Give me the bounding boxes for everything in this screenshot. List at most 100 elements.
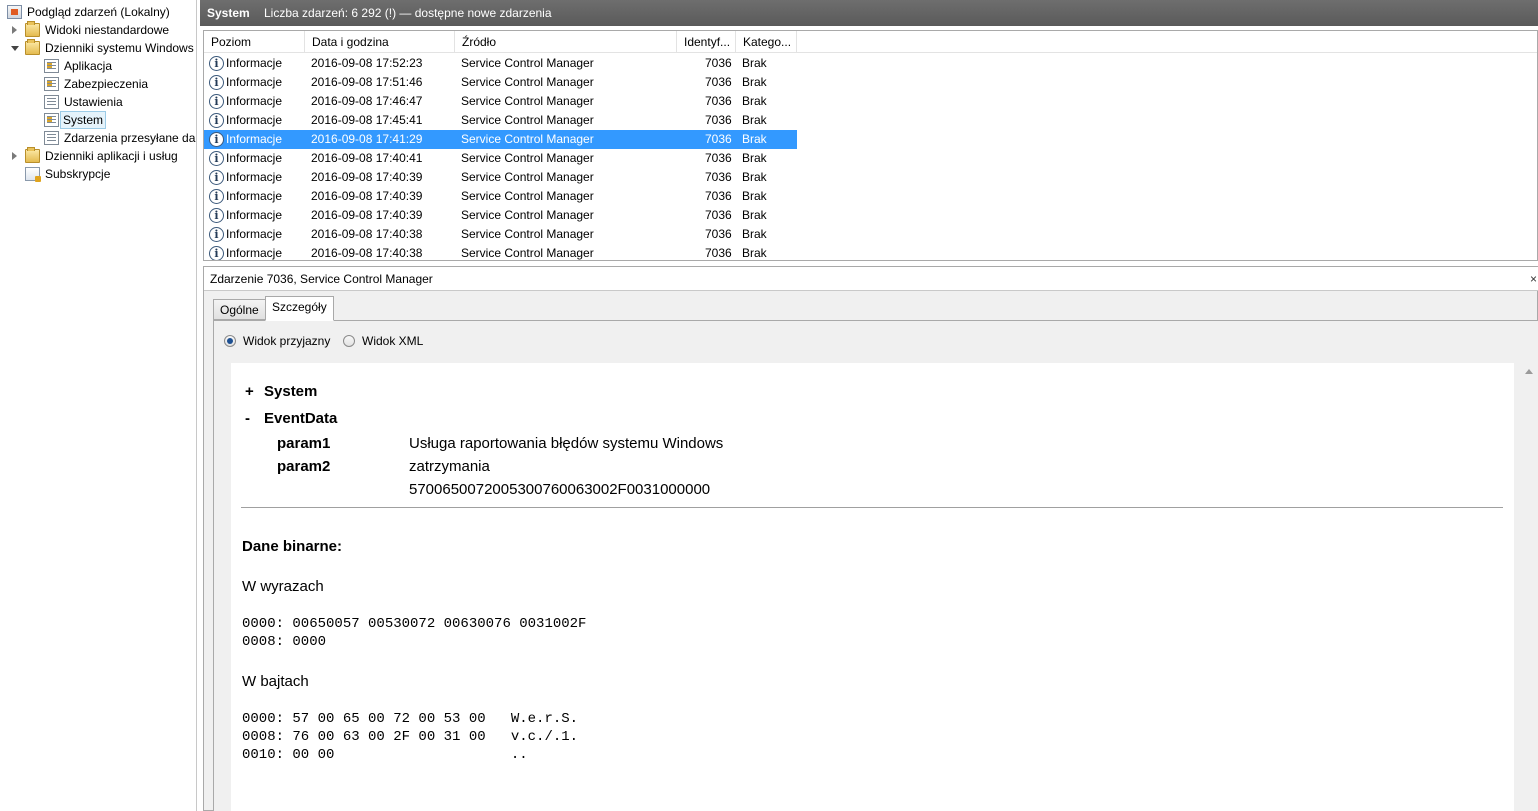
cell-datetime: 2016-09-08 17:41:29 bbox=[311, 132, 423, 146]
param1-name: param1 bbox=[277, 435, 331, 452]
tree-item-app-service-logs[interactable]: Dzienniki aplikacji i usług bbox=[10, 147, 196, 165]
cell-datetime: 2016-09-08 17:40:39 bbox=[311, 189, 423, 203]
cell-datetime: 2016-09-08 17:46:47 bbox=[311, 94, 423, 108]
table-row[interactable]: i Informacje 2016-09-08 17:41:29 Service Co… bbox=[204, 130, 797, 149]
cell-datetime: 2016-09-08 17:40:38 bbox=[311, 246, 423, 260]
info-icon: i bbox=[209, 75, 224, 90]
cell-event-id: 7036 bbox=[705, 113, 732, 127]
cell-event-id: 7036 bbox=[705, 170, 732, 184]
table-row[interactable]: i Informacje 2016-09-08 17:40:39 Service Co… bbox=[204, 187, 797, 206]
cell-category: Brak bbox=[742, 75, 767, 89]
expand-arrow-icon[interactable] bbox=[10, 147, 20, 165]
binary-data-heading: Dane binarne: bbox=[242, 538, 343, 555]
column-event-id[interactable]: Identyf... bbox=[677, 31, 736, 53]
cell-event-id: 7036 bbox=[705, 246, 732, 260]
column-datetime[interactable]: Data i godzina bbox=[305, 31, 455, 53]
info-icon: i bbox=[209, 227, 224, 242]
log-icon bbox=[44, 113, 59, 127]
log-icon bbox=[44, 59, 59, 73]
cell-category: Brak bbox=[742, 227, 767, 241]
event-count: Liczba zdarzeń: 6 292 (!) — dostępne now… bbox=[264, 6, 552, 20]
table-row[interactable]: i Informacje 2016-09-08 17:40:39 Service Co… bbox=[204, 168, 797, 187]
column-level[interactable]: Poziom bbox=[204, 31, 305, 53]
cell-datetime: 2016-09-08 17:52:23 bbox=[311, 56, 423, 70]
tree-item-windows-logs[interactable]: Dzienniki systemu Windows bbox=[10, 39, 196, 57]
tree-item-event-viewer-local[interactable]: Podgląd zdarzeń (Lokalny) bbox=[4, 3, 194, 21]
tab-general[interactable]: Ogólne bbox=[213, 299, 266, 320]
collapse-arrow-icon[interactable] bbox=[10, 39, 20, 57]
eventdata-collapse-toggle[interactable]: - bbox=[245, 410, 250, 427]
cell-level: Informacje bbox=[226, 94, 283, 108]
system-node-label: System bbox=[264, 383, 318, 400]
tree-item-label: System bbox=[60, 111, 107, 129]
cell-event-id: 7036 bbox=[705, 189, 732, 203]
tab-details[interactable]: Szczegóły bbox=[265, 296, 334, 321]
table-row[interactable]: i Informacje 2016-09-08 17:40:38 Service Co… bbox=[204, 225, 797, 244]
cell-category: Brak bbox=[742, 56, 767, 70]
binary-value: 5700650072005300760063002F0031000000 bbox=[409, 481, 711, 498]
cell-source: Service Control Manager bbox=[461, 113, 594, 127]
tree-item-security[interactable]: Zabezpieczenia bbox=[40, 75, 196, 93]
cell-source: Service Control Manager bbox=[461, 170, 594, 184]
event-detail-panel: Zdarzenie 7036, Service Control Manager … bbox=[203, 266, 1538, 811]
system-expand-toggle[interactable]: + bbox=[245, 383, 254, 400]
log-icon bbox=[44, 131, 59, 145]
table-row[interactable]: i Informacje 2016-09-08 17:52:23 Service Co… bbox=[204, 54, 797, 73]
cell-event-id: 7036 bbox=[705, 227, 732, 241]
cell-level: Informacje bbox=[226, 208, 283, 222]
cell-event-id: 7036 bbox=[705, 151, 732, 165]
cell-category: Brak bbox=[742, 208, 767, 222]
cell-source: Service Control Manager bbox=[461, 227, 594, 241]
cell-datetime: 2016-09-08 17:40:39 bbox=[311, 208, 423, 222]
table-row[interactable]: i Informacje 2016-09-08 17:40:39 Service Co… bbox=[204, 206, 797, 225]
cell-source: Service Control Manager bbox=[461, 94, 594, 108]
tree-item-setup[interactable]: Ustawienia bbox=[40, 93, 196, 111]
tree-item-subscriptions[interactable]: Subskrypcje bbox=[10, 165, 196, 183]
details-tab-content: Widok przyjazny Widok XML + System - Eve… bbox=[213, 320, 1538, 811]
column-source[interactable]: Źródło bbox=[455, 31, 677, 53]
cell-event-id: 7036 bbox=[705, 75, 732, 89]
param2-name: param2 bbox=[277, 458, 331, 475]
tree-item-application[interactable]: Aplikacja bbox=[40, 57, 196, 75]
radio-label: Widok XML bbox=[362, 334, 424, 348]
table-row[interactable]: i Informacje 2016-09-08 17:40:38 Service Co… bbox=[204, 244, 797, 260]
close-icon[interactable]: × bbox=[1530, 267, 1537, 291]
words-line: 0000: 00650057 00530072 00630076 0031002… bbox=[242, 616, 587, 632]
table-row[interactable]: i Informacje 2016-09-08 17:40:41 Service Co… bbox=[204, 149, 797, 168]
tree-item-label: Aplikacja bbox=[64, 59, 113, 73]
tree-item-custom-views[interactable]: Widoki niestandardowe bbox=[10, 21, 196, 39]
section-divider bbox=[241, 507, 1503, 508]
folder-icon bbox=[25, 39, 40, 55]
table-row[interactable]: i Informacje 2016-09-08 17:45:41 Service Co… bbox=[204, 111, 797, 130]
tree-item-label: Dzienniki aplikacji i usług bbox=[45, 149, 178, 163]
scroll-up-icon[interactable] bbox=[1525, 369, 1533, 374]
cell-source: Service Control Manager bbox=[461, 189, 594, 203]
expand-arrow-icon[interactable] bbox=[10, 21, 20, 39]
detail-title-bar: Zdarzenie 7036, Service Control Manager … bbox=[204, 267, 1538, 291]
bytes-line: 0008: 76 00 63 00 2F 00 31 00 v.c./.1. bbox=[242, 729, 579, 745]
event-viewer-icon bbox=[7, 5, 22, 19]
info-icon: i bbox=[209, 151, 224, 166]
cell-source: Service Control Manager bbox=[461, 56, 594, 70]
column-headers: Poziom Data i godzina Źródło Identyf... … bbox=[204, 31, 1537, 53]
tree-item-system[interactable]: System bbox=[40, 111, 196, 129]
cell-category: Brak bbox=[742, 189, 767, 203]
bytes-heading: W bajtach bbox=[242, 673, 309, 690]
table-row[interactable]: i Informacje 2016-09-08 17:46:47 Service Co… bbox=[204, 92, 797, 111]
cell-source: Service Control Manager bbox=[461, 151, 594, 165]
param2-value: zatrzymania bbox=[409, 458, 490, 475]
column-category[interactable]: Katego... bbox=[736, 31, 797, 53]
tree-item-forwarded-events[interactable]: Zdarzenia przesyłane dalej bbox=[40, 129, 196, 147]
tree-item-label: Dzienniki systemu Windows bbox=[45, 41, 194, 55]
navigation-tree: Podgląd zdarzeń (Lokalny) Widoki niestan… bbox=[0, 0, 197, 811]
cell-category: Brak bbox=[742, 170, 767, 184]
eventdata-node-label: EventData bbox=[264, 410, 338, 427]
folder-icon bbox=[25, 21, 40, 37]
content-scrollbar[interactable] bbox=[1519, 363, 1538, 811]
cell-event-id: 7036 bbox=[705, 56, 732, 70]
detail-title: Zdarzenie 7036, Service Control Manager bbox=[210, 272, 433, 286]
log-icon bbox=[44, 95, 59, 109]
words-heading: W wyrazach bbox=[242, 578, 324, 595]
cell-category: Brak bbox=[742, 151, 767, 165]
table-row[interactable]: i Informacje 2016-09-08 17:51:46 Service Co… bbox=[204, 73, 797, 92]
